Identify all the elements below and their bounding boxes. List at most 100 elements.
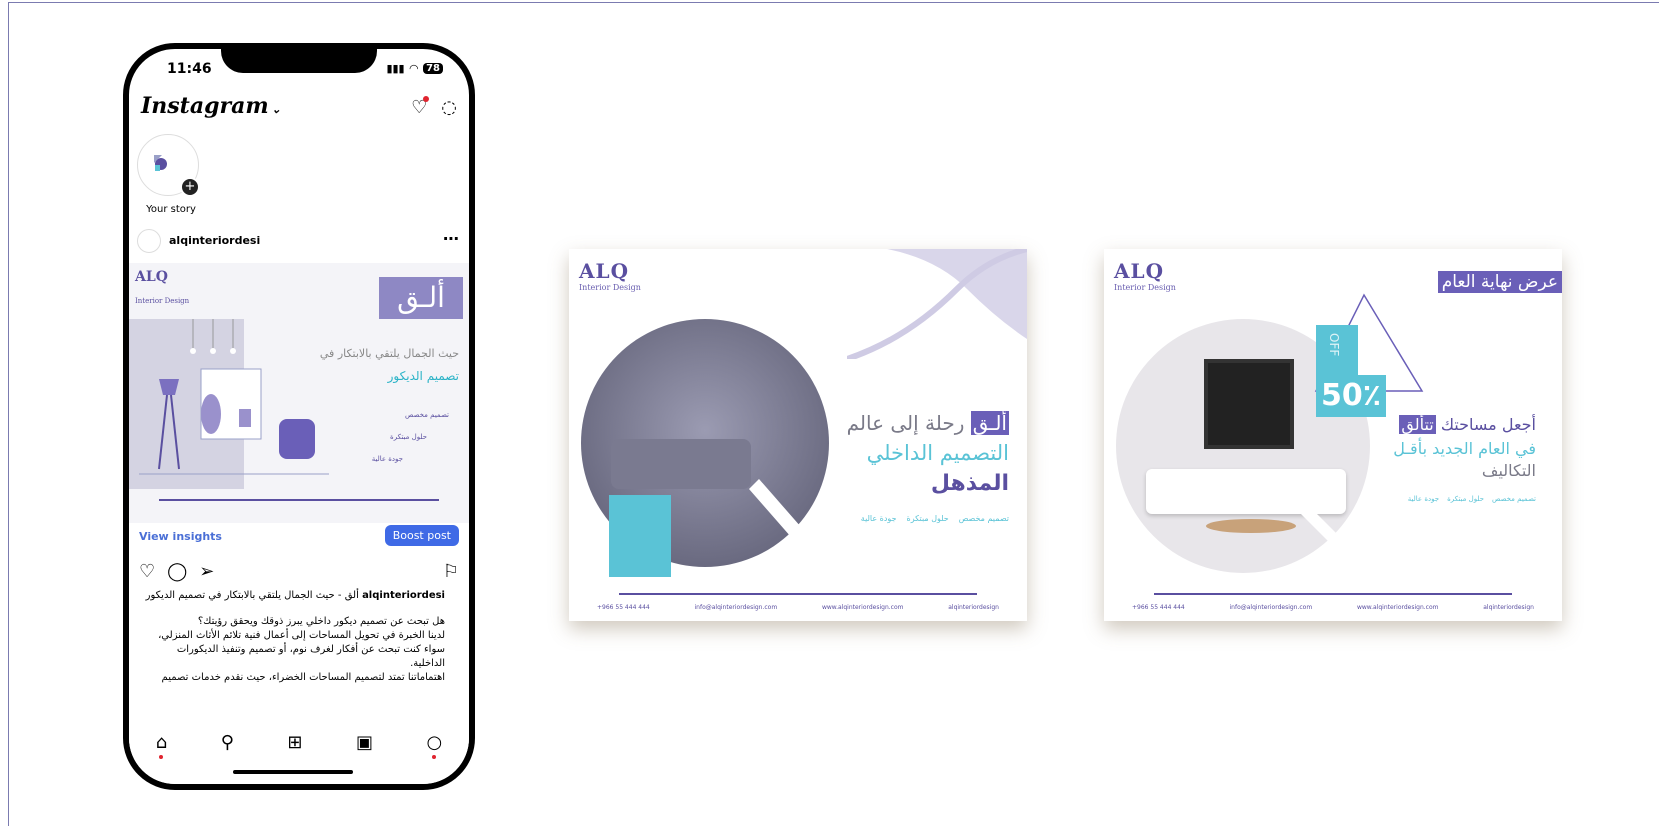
status-time: 11:46	[167, 61, 212, 77]
instagram-logo[interactable]: Instagram ⌄	[141, 93, 281, 119]
year-end-banner: عرض نهاية العام	[1437, 271, 1562, 293]
contact-email: info@alqinteriordesign.com	[1229, 604, 1313, 611]
slash-accent	[749, 479, 829, 569]
caption-line: هل تبحث عن تصميم ديكور داخلي يبرز ذوقك و…	[197, 616, 445, 627]
bottom-nav: ⌂ ⚲ ⊞ ▣ ○	[129, 724, 469, 784]
contact-web: www.alqinteriordesign.com	[821, 604, 904, 611]
feature-tags: تصميم مخصص حلول مبتكرة جودة عالية	[861, 514, 1009, 523]
smoke-graphic	[847, 249, 1027, 359]
home-icon[interactable]: ⌂	[156, 732, 167, 753]
search-icon[interactable]: ⚲	[221, 732, 234, 753]
nav-dot	[432, 755, 437, 759]
story-avatar[interactable]: +	[137, 134, 200, 197]
heart-icon[interactable]: ♡	[411, 96, 430, 118]
contact-footer: +966 55 444 444 info@alqinteriordesign.c…	[597, 604, 999, 611]
nav-create[interactable]: ⊞	[287, 732, 302, 784]
logo-mini-icon	[154, 155, 167, 171]
status-bar: 11:46 ▮▮▮ ◠ 78	[129, 59, 469, 79]
story-label: Your story	[146, 204, 196, 215]
footer-divider	[619, 593, 977, 595]
nav-home[interactable]: ⌂	[156, 732, 167, 784]
tag-item: حلول مبتكرة	[1447, 495, 1485, 503]
post-tag-2: حلول مبتكرة	[390, 433, 427, 441]
caption-line: الداخلية.	[410, 658, 445, 669]
card-logo: ALQ Interior Design	[579, 259, 641, 292]
comment-icon[interactable]: ◯	[167, 561, 187, 582]
design-card-2: ALQ Interior Design عرض نهاية العام OFF …	[1104, 249, 1562, 621]
caption-username[interactable]: alqinteriordesi	[362, 590, 445, 601]
logo-subtitle: Interior Design	[1114, 283, 1176, 292]
caption-title: ألق - حيث الجمال يلتقي بالابتكار في تصمي…	[145, 590, 359, 601]
design-card-1: ALQ Interior Design ألـق رحلة إلى عالم ا…	[569, 249, 1027, 621]
discount-badge: 50٪	[1316, 375, 1386, 417]
post-brand-badge: ألـق	[379, 277, 463, 319]
headline-line-3: التكاليف	[1481, 461, 1536, 480]
post-tag-1: تصميم مخصص	[405, 411, 449, 419]
contact-phone: +966 55 444 444	[1132, 604, 1185, 611]
logo-mark: ALQ	[1114, 259, 1165, 283]
post-username[interactable]: alqinteriordesi	[169, 234, 260, 247]
caption-line: لدينا الخبرة في تحويل المساحات إلى أعمال…	[158, 630, 445, 641]
slash-accent	[1294, 499, 1374, 579]
tag-item: جودة عالية	[860, 514, 897, 523]
tag-item: حلول مبتكرة	[906, 514, 949, 523]
messenger-icon[interactable]: ◌	[441, 97, 457, 118]
your-story[interactable]: + Your story	[137, 134, 201, 215]
footer-divider	[1154, 593, 1512, 595]
sofa-shape	[611, 439, 751, 489]
headline-line-3: المذهل	[930, 471, 1009, 496]
room-drawing	[139, 319, 329, 475]
battery-icon: 78	[423, 63, 443, 74]
headline-line-2: في العام الجديد بأقـل	[1393, 439, 1536, 458]
nav-dot	[159, 755, 164, 759]
room-illustration	[129, 319, 329, 489]
add-post-icon[interactable]: ⊞	[287, 732, 302, 753]
post-caption: alqinteriordesi ألق - حيث الجمال يلتقي ب…	[139, 589, 445, 684]
caption-line: اهتماماتنا تمتد لتصميم المساحات الخضراء،…	[161, 672, 445, 683]
signal-icon: ▮▮▮	[386, 62, 405, 75]
profile-avatar-icon[interactable]: ○	[426, 732, 442, 753]
brand-highlight: تتألق	[1399, 415, 1436, 434]
reels-icon[interactable]: ▣	[356, 732, 373, 753]
tag-item: تصميم مخصص	[1492, 495, 1536, 503]
card-logo: ALQ Interior Design	[1114, 259, 1176, 292]
headline-line-1: ألـق رحلة إلى عالم	[847, 411, 1009, 435]
brand-highlight: ألـق	[970, 411, 1009, 435]
off-label: OFF	[1327, 333, 1341, 357]
contact-phone: +966 55 444 444	[597, 604, 650, 611]
more-options-icon[interactable]: ⋯	[443, 229, 459, 248]
nav-profile[interactable]: ○	[426, 732, 442, 784]
feature-tags: تصميم مخصص حلول مبتكرة جودة عالية	[1408, 495, 1536, 503]
contact-web: www.alqinteriordesign.com	[1356, 604, 1439, 611]
contact-footer: +966 55 444 444 info@alqinteriordesign.c…	[1132, 604, 1534, 611]
app-title: Instagram	[141, 93, 269, 119]
contact-social: alqinteriordesign	[948, 604, 999, 611]
view-insights-link[interactable]: View insights	[139, 530, 222, 543]
wall-art	[1204, 359, 1294, 449]
logo-mark: ALQ	[579, 259, 630, 283]
headline-line-1-text: أجعل مساحتك	[1440, 415, 1536, 434]
like-icon[interactable]: ♡	[139, 561, 155, 582]
add-story-icon[interactable]: +	[180, 177, 200, 197]
avatar[interactable]	[137, 229, 161, 253]
logo-subtitle: Interior Design	[579, 283, 641, 292]
headline-line-1-rest: رحلة إلى عالم	[846, 411, 965, 435]
contact-email: info@alqinteriordesign.com	[694, 604, 778, 611]
nav-search[interactable]: ⚲	[221, 732, 234, 784]
boost-post-button[interactable]: Boost post	[384, 525, 459, 546]
post-headline-2: تصميم الديكور	[387, 369, 459, 383]
notification-dot	[423, 96, 430, 102]
chevron-down-icon[interactable]: ⌄	[272, 103, 281, 116]
post-image[interactable]: ALQ Interior Design ألـق حيث الجمال يلتق…	[129, 263, 469, 523]
post-logo: ALQ	[135, 269, 168, 285]
phone-mockup: 11:46 ▮▮▮ ◠ 78 Instagram ⌄ ♡ ◌ + Your sto…	[123, 43, 475, 790]
tag-item: تصميم مخصص	[958, 514, 1009, 523]
bookmark-icon[interactable]: ⚐	[443, 561, 459, 582]
contact-social: alqinteriordesign	[1483, 604, 1534, 611]
post-tag-3: جودة عالية	[371, 455, 403, 463]
instagram-header: Instagram ⌄ ♡ ◌	[141, 93, 457, 123]
nav-reels[interactable]: ▣	[356, 732, 373, 784]
post-logo-sub: Interior Design	[135, 297, 190, 305]
tag-item: جودة عالية	[1407, 495, 1440, 503]
share-icon[interactable]: ➢	[199, 561, 214, 582]
